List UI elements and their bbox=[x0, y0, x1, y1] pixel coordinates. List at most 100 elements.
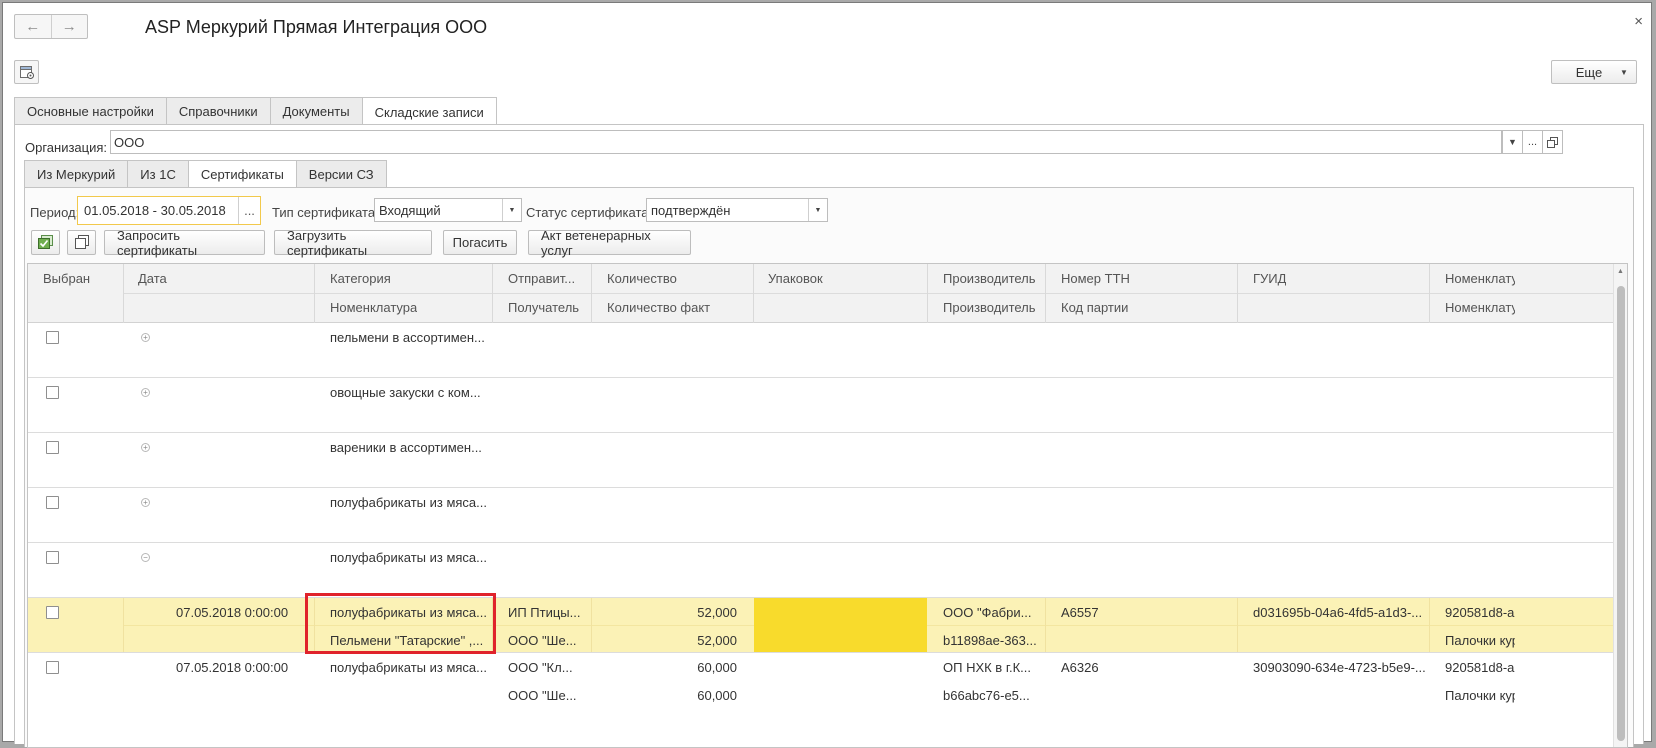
vertical-scrollbar[interactable]: ▲ bbox=[1613, 264, 1627, 747]
row-sender: ИП Птицы... bbox=[508, 605, 581, 620]
col-ttn-number[interactable]: Номер ТТН bbox=[1061, 271, 1130, 286]
row-checkbox[interactable] bbox=[46, 606, 59, 619]
collapse-icon[interactable]: − bbox=[141, 553, 150, 562]
expand-icon[interactable]: + bbox=[141, 388, 150, 397]
chevron-down-icon: ▼ bbox=[808, 199, 827, 221]
col-packages[interactable]: Упаковок bbox=[768, 271, 823, 286]
row-checkbox[interactable] bbox=[46, 496, 59, 509]
row-checkbox[interactable] bbox=[46, 441, 59, 454]
col-quantity-fact[interactable]: Количество факт bbox=[607, 300, 710, 315]
check-all-button[interactable] bbox=[31, 230, 60, 255]
col-date[interactable]: Дата bbox=[138, 271, 167, 286]
request-certificates-button[interactable]: Запросить сертификаты bbox=[104, 228, 265, 258]
forward-arrow-icon[interactable]: → bbox=[52, 15, 88, 38]
row-producer: ООО "Фабри... bbox=[943, 605, 1032, 620]
organization-select-button[interactable]: ... bbox=[1522, 130, 1543, 154]
chevron-down-icon: ▼ bbox=[1620, 67, 1628, 77]
col-receiver[interactable]: Получатель bbox=[508, 300, 579, 315]
tab-from-mercury[interactable]: Из Меркурий bbox=[24, 160, 129, 187]
tab-certificates[interactable]: Сертификаты bbox=[187, 160, 297, 188]
tab-warehouse-records[interactable]: Складские записи bbox=[361, 97, 497, 126]
col-producer-2[interactable]: Производитель bbox=[943, 300, 1036, 315]
period-select-button[interactable]: ... bbox=[238, 197, 260, 224]
row-checkbox[interactable] bbox=[46, 551, 59, 564]
tab-references[interactable]: Справочники bbox=[165, 97, 271, 125]
period-value: 01.05.2018 - 30.05.2018 bbox=[84, 203, 226, 218]
row-guid: d031695b-04a6-4fd5-a1d3-... bbox=[1253, 605, 1423, 620]
col-selected[interactable]: Выбран bbox=[43, 271, 90, 286]
tab-main-settings[interactable]: Основные настройки bbox=[14, 97, 167, 125]
row-nomenclature-guid: 920581d8-a6 bbox=[1445, 605, 1515, 620]
row-category: полуфабрикаты из мяса... bbox=[330, 660, 487, 675]
col-category[interactable]: Категория bbox=[330, 271, 391, 286]
row-date: 07.05.2018 0:00:00 bbox=[176, 605, 289, 620]
window-title: ASP Меркурий Прямая Интеграция ООО bbox=[145, 17, 488, 37]
tab-sz-versions[interactable]: Версии СЗ bbox=[295, 160, 387, 187]
organization-dropdown-button[interactable]: ▼ bbox=[1502, 130, 1523, 154]
organization-value: ООО bbox=[114, 134, 145, 150]
col-producer[interactable]: Производитель bbox=[943, 271, 1036, 286]
col-nomenclature-right[interactable]: Номенклатура bbox=[1445, 271, 1515, 286]
row-category: полуфабрикаты из мяса... bbox=[330, 550, 487, 565]
vet-services-act-button[interactable]: Акт ветенерарных услуг bbox=[528, 228, 691, 258]
cert-status-select[interactable]: подтверждён ▼ bbox=[646, 198, 828, 222]
row-quantity: 52,000 bbox=[697, 605, 737, 620]
uncheck-all-icon bbox=[74, 235, 89, 249]
row-ttn: A6557 bbox=[1061, 605, 1099, 620]
row-category: полуфабрикаты из мяса... bbox=[330, 495, 487, 510]
col-batch-code[interactable]: Код партии bbox=[1061, 300, 1128, 315]
row-receiver: ООО "Ше... bbox=[508, 633, 577, 648]
col-nomenclature[interactable]: Номенклатура bbox=[330, 300, 417, 315]
more-label: Еще bbox=[1575, 64, 1603, 80]
col-guid[interactable]: ГУИД bbox=[1253, 271, 1286, 286]
certificates-panel: Период: 01.05.2018 - 30.05.2018 ... Тип … bbox=[24, 187, 1634, 748]
row-category: вареники в ассортимен... bbox=[330, 440, 482, 455]
row-nomenclature-guid: 920581d8-a6 bbox=[1445, 660, 1515, 675]
row-guid: 30903090-634e-4723-b5e9-... bbox=[1253, 660, 1425, 675]
row-quantity-fact: 52,000 bbox=[697, 633, 737, 648]
row-checkbox[interactable] bbox=[46, 386, 59, 399]
row-producer-guid: b66abc76-e5... bbox=[943, 688, 1030, 703]
check-all-icon bbox=[38, 235, 53, 249]
col-nomenclature-right-2[interactable]: Номенклатура bbox=[1445, 300, 1515, 315]
redeem-button[interactable]: Погасить bbox=[443, 230, 517, 255]
row-producer-guid: b11898ae-363... bbox=[943, 633, 1037, 648]
period-field[interactable]: 01.05.2018 - 30.05.2018 ... bbox=[77, 196, 261, 225]
col-quantity[interactable]: Количество bbox=[607, 271, 677, 286]
row-sender: ООО "Кл... bbox=[508, 660, 573, 675]
expand-icon[interactable]: + bbox=[141, 498, 150, 507]
row-receiver: ООО "Ше... bbox=[508, 688, 577, 703]
row-producer: ОП НХК в г.К... bbox=[943, 660, 1032, 675]
organization-field[interactable]: ООО bbox=[110, 130, 1502, 154]
tab-documents[interactable]: Документы bbox=[269, 97, 363, 125]
row-nomenclature-name: Палочки кур bbox=[1445, 633, 1515, 648]
warehouse-records-panel: Организация: ООО ▼ ... Из Меркурий Из 1С… bbox=[14, 124, 1644, 748]
tab-from-1c[interactable]: Из 1С bbox=[127, 160, 189, 187]
cert-status-value: подтверждён bbox=[651, 202, 731, 218]
chevron-down-icon: ▼ bbox=[502, 199, 521, 221]
row-date: 07.05.2018 0:00:00 bbox=[176, 660, 289, 675]
row-checkbox[interactable] bbox=[46, 661, 59, 674]
row-quantity-fact: 60,000 bbox=[697, 688, 737, 703]
form-settings-button[interactable] bbox=[14, 60, 39, 84]
scroll-up-icon[interactable]: ▲ bbox=[1617, 268, 1624, 275]
close-icon[interactable]: × bbox=[1634, 13, 1643, 30]
load-certificates-button[interactable]: Загрузить сертификаты bbox=[274, 228, 432, 258]
open-icon bbox=[1547, 136, 1558, 148]
back-arrow-icon[interactable]: ← bbox=[15, 15, 52, 38]
more-button[interactable]: Еще ▼ bbox=[1551, 60, 1637, 84]
organization-label: Организация: bbox=[25, 140, 108, 155]
sub-tabs: Из Меркурий Из 1С Сертификаты Версии СЗ bbox=[24, 160, 387, 188]
expand-icon[interactable]: + bbox=[141, 333, 150, 342]
row-checkbox[interactable] bbox=[46, 331, 59, 344]
scrollbar-thumb[interactable] bbox=[1617, 286, 1625, 741]
packages-cell[interactable] bbox=[754, 598, 927, 652]
cert-status-label: Статус сертификата: bbox=[526, 205, 653, 220]
row-quantity: 60,000 bbox=[697, 660, 737, 675]
history-nav: ← → bbox=[14, 14, 88, 39]
uncheck-all-button[interactable] bbox=[67, 230, 96, 255]
cert-type-select[interactable]: Входящий ▼ bbox=[374, 198, 522, 222]
organization-open-button[interactable] bbox=[1542, 130, 1563, 154]
col-sender[interactable]: Отправит... bbox=[508, 271, 588, 286]
expand-icon[interactable]: + bbox=[141, 443, 150, 452]
